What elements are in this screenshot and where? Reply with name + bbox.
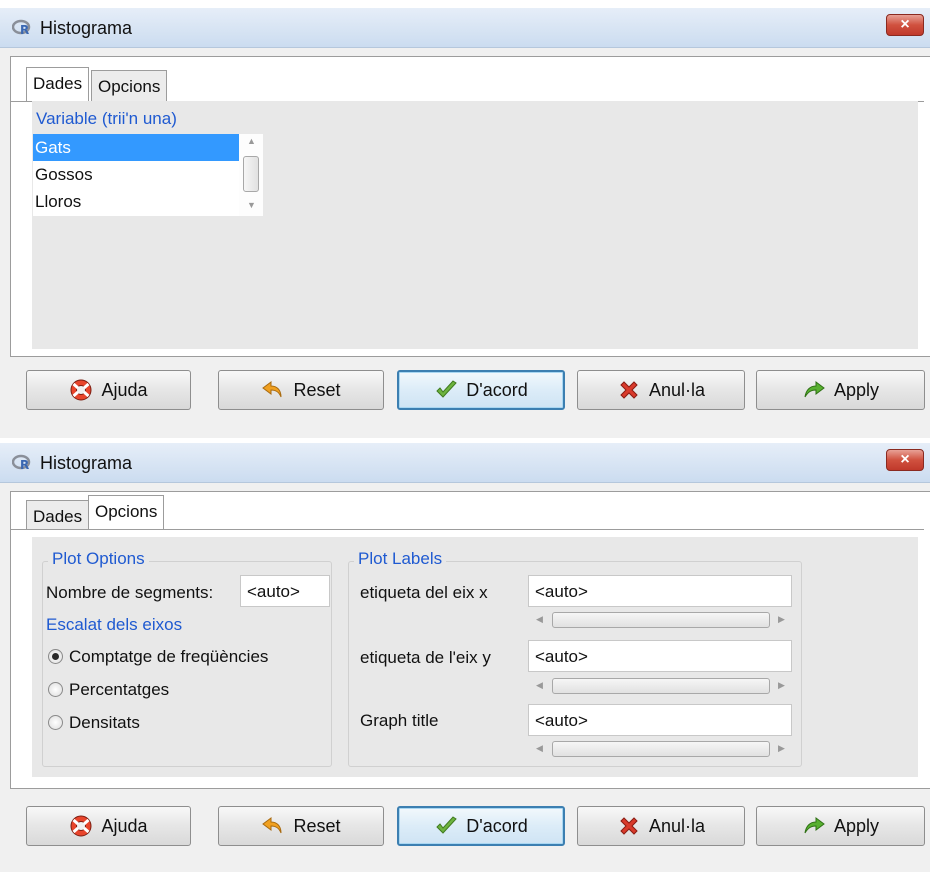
cancel-label: Anul·la — [648, 379, 706, 400]
apply-button[interactable]: Apply — [756, 806, 925, 846]
reset-label: Reset — [293, 379, 341, 400]
red-x-icon — [620, 381, 638, 399]
scroll-left-icon[interactable]: ◀ — [536, 743, 543, 754]
svg-text:R: R — [20, 458, 29, 472]
r-logo-icon: R — [12, 454, 31, 472]
lifebuoy-icon — [70, 379, 92, 401]
y-axis-input[interactable]: <auto> — [528, 640, 792, 672]
histogram-dialog-data: R Histograma × Dades Opcions Variable (t… — [0, 8, 930, 438]
help-button[interactable]: Ajuda — [26, 806, 191, 846]
graph-title-scrollbar[interactable]: ◀ ▶ — [530, 739, 792, 759]
cancel-label: Anul·la — [648, 815, 706, 836]
scroll-left-icon[interactable]: ◀ — [536, 614, 543, 625]
radio-densities[interactable] — [48, 715, 63, 730]
vertical-scrollbar[interactable]: ▲ ▼ — [239, 134, 263, 216]
radio-frequency-count[interactable] — [48, 649, 63, 664]
tab-opcions[interactable]: Opcions — [91, 70, 168, 101]
graph-title-input[interactable]: <auto> — [528, 704, 792, 736]
title-bar[interactable]: R Histograma × — [0, 443, 930, 483]
scroll-up-icon[interactable]: ▲ — [247, 136, 256, 146]
tab-opcions[interactable]: Opcions — [88, 495, 165, 529]
tab-divider — [10, 529, 924, 530]
undo-arrow-icon — [262, 817, 282, 834]
scroll-right-icon[interactable]: ▶ — [778, 743, 785, 754]
help-label: Ajuda — [101, 379, 148, 400]
segments-label: Nombre de segments: — [46, 583, 214, 602]
r-logo-icon: R — [12, 19, 31, 37]
tab-dades[interactable]: Dades — [26, 500, 90, 529]
radio-densities-label[interactable]: Densitats — [69, 713, 140, 733]
scroll-right-icon[interactable]: ▶ — [778, 614, 785, 625]
window-title: Histograma — [40, 453, 133, 473]
cancel-button[interactable]: Anul·la — [577, 370, 745, 410]
close-button[interactable]: × — [886, 449, 924, 471]
reset-button[interactable]: Reset — [218, 370, 384, 410]
forward-arrow-icon — [804, 817, 825, 834]
tab-dades[interactable]: Dades — [26, 67, 90, 101]
axis-scale-label: Escalat dels eixos — [46, 615, 183, 634]
x-axis-input[interactable]: <auto> — [528, 575, 792, 607]
histogram-dialog-options: R Histograma × Dades Opcions Plot Option… — [0, 443, 930, 872]
x-axis-label: etiqueta del eix x — [360, 583, 488, 602]
radio-percentages-label[interactable]: Percentatges — [69, 680, 169, 700]
title-bar[interactable]: R Histograma × — [0, 8, 930, 48]
scroll-thumb[interactable] — [243, 156, 259, 192]
ok-button[interactable]: D'acord — [397, 806, 565, 846]
apply-button[interactable]: Apply — [756, 370, 925, 410]
y-axis-scrollbar[interactable]: ◀ ▶ — [530, 676, 792, 696]
list-item[interactable]: Gossos — [33, 161, 239, 188]
ok-label: D'acord — [466, 379, 528, 400]
help-label: Ajuda — [101, 815, 148, 836]
scroll-thumb[interactable] — [552, 741, 770, 757]
scroll-thumb[interactable] — [552, 678, 770, 694]
ok-label: D'acord — [466, 815, 528, 836]
variable-label: Variable (trii'n una) — [36, 109, 177, 128]
window-title: Histograma — [40, 18, 133, 38]
ok-button[interactable]: D'acord — [397, 370, 565, 410]
scroll-left-icon[interactable]: ◀ — [536, 680, 543, 691]
undo-arrow-icon — [262, 381, 282, 398]
apply-label: Apply — [833, 815, 880, 836]
scroll-down-icon[interactable]: ▼ — [247, 200, 256, 210]
help-button[interactable]: Ajuda — [26, 370, 191, 410]
segments-input[interactable]: <auto> — [240, 575, 330, 607]
cancel-button[interactable]: Anul·la — [577, 806, 745, 846]
list-item[interactable]: Gats — [33, 134, 239, 161]
reset-button[interactable]: Reset — [218, 806, 384, 846]
forward-arrow-icon — [804, 381, 825, 398]
reset-label: Reset — [293, 815, 341, 836]
scroll-right-icon[interactable]: ▶ — [778, 680, 785, 691]
checkmark-icon — [436, 380, 458, 398]
plot-labels-legend: Plot Labels — [354, 549, 447, 569]
plot-options-legend: Plot Options — [48, 549, 149, 569]
y-axis-label: etiqueta de l'eix y — [360, 648, 491, 667]
radio-frequency-count-label[interactable]: Comptatge de freqüències — [69, 647, 268, 667]
lifebuoy-icon — [70, 815, 92, 837]
red-x-icon — [620, 817, 638, 835]
scroll-thumb[interactable] — [552, 612, 770, 628]
list-item[interactable]: Lloros — [33, 188, 239, 215]
variable-listbox[interactable]: Gats Gossos Lloros ▲ ▼ — [33, 134, 263, 216]
checkmark-icon — [436, 816, 458, 834]
radio-percentages[interactable] — [48, 682, 63, 697]
close-button[interactable]: × — [886, 14, 924, 36]
x-axis-scrollbar[interactable]: ◀ ▶ — [530, 610, 792, 630]
graph-title-label: Graph title — [360, 711, 439, 730]
apply-label: Apply — [833, 379, 880, 400]
svg-text:R: R — [20, 23, 29, 37]
